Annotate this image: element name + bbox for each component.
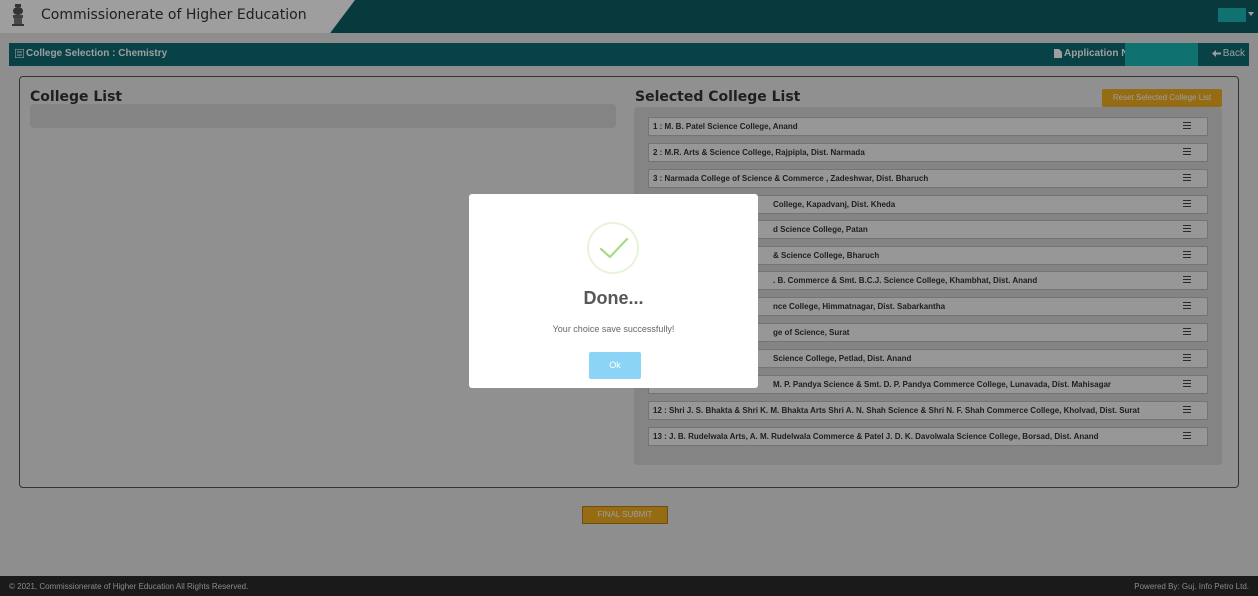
dialog-title: Done...	[583, 288, 644, 308]
checkmark-icon	[599, 237, 629, 259]
success-dialog: Done... Your choice save successfully! O…	[469, 194, 758, 388]
success-icon-circle	[587, 222, 639, 274]
dialog-message: Your choice save successfully!	[552, 324, 675, 334]
ok-button[interactable]: Ok	[589, 352, 641, 379]
